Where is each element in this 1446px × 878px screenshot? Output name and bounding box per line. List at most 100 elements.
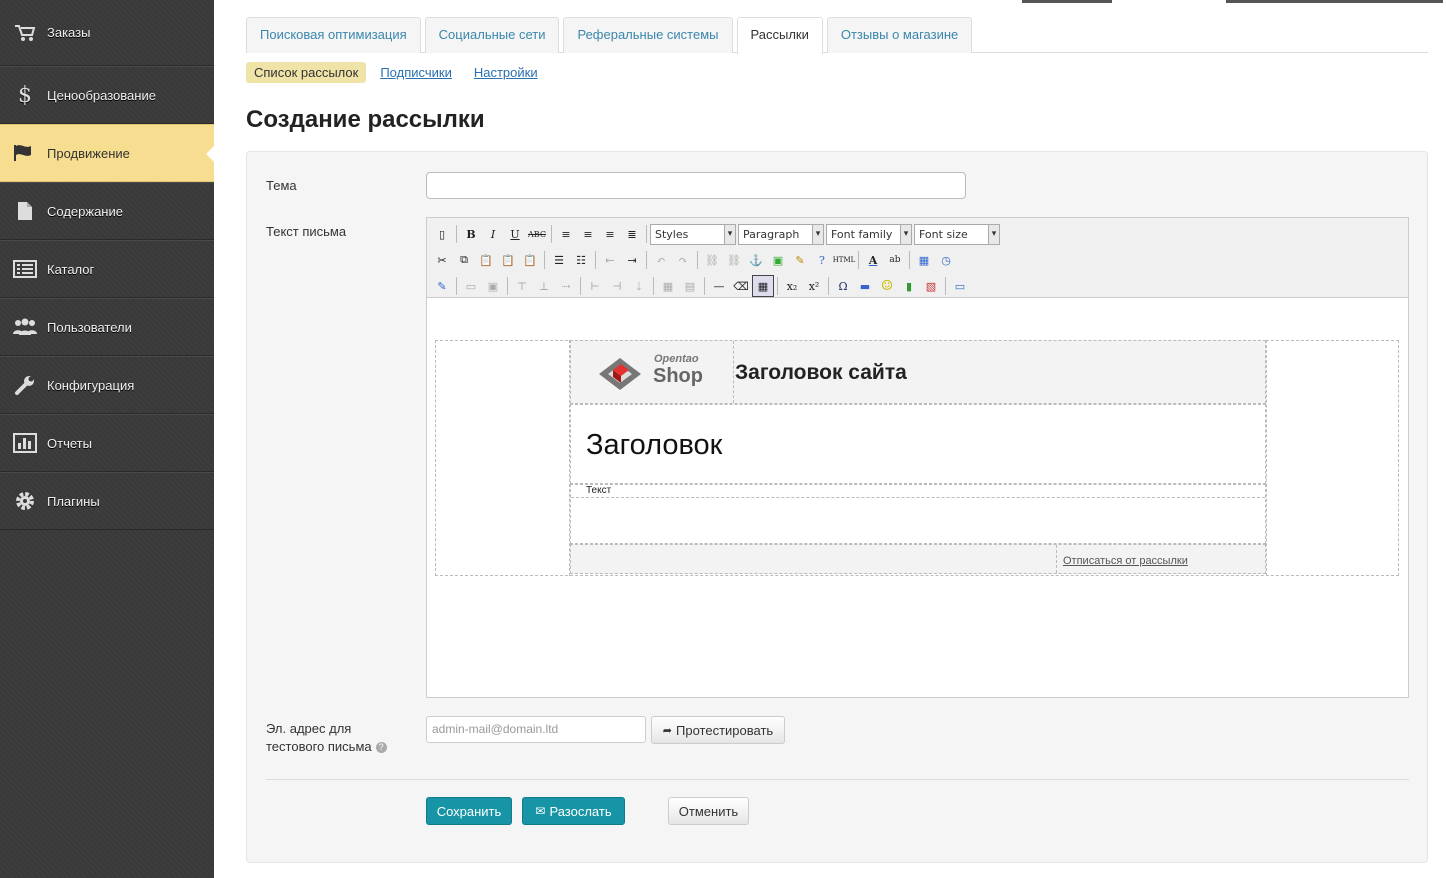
save-button[interactable]: Сохранить xyxy=(426,797,512,825)
insert-col-after-icon[interactable]: ⊣ xyxy=(606,275,628,297)
link-icon[interactable]: ⛓ xyxy=(701,249,723,271)
subnav: Список рассылок Подписчики Настройки xyxy=(246,61,1428,83)
sidebar-item-content[interactable]: Содержание xyxy=(0,182,214,240)
tab-referral[interactable]: Реферальные системы xyxy=(563,17,733,53)
email-text: Текст xyxy=(586,485,612,496)
paragraph-select[interactable]: Paragraph xyxy=(738,223,824,245)
chart-icon xyxy=(12,432,38,454)
edit-icon[interactable]: ✎ xyxy=(431,275,453,297)
cancel-button[interactable]: Отменить xyxy=(668,797,749,825)
subnav-settings[interactable]: Настройки xyxy=(474,65,538,80)
styles-select[interactable]: Styles xyxy=(650,223,736,245)
font-family-select[interactable]: Font family xyxy=(826,223,912,245)
email-headline: Заголовок xyxy=(586,429,723,461)
split-cells-icon[interactable]: ▦ xyxy=(657,275,679,297)
insert-row-after-icon[interactable]: ⊥ xyxy=(533,275,555,297)
align-justify-icon[interactable]: ≣ xyxy=(621,223,643,245)
tab-mailings[interactable]: Рассылки xyxy=(736,17,823,54)
sidebar-item-reports[interactable]: Отчеты xyxy=(0,414,214,472)
eraser-icon[interactable]: ⌫ xyxy=(730,275,752,297)
underline-icon[interactable]: U xyxy=(504,223,526,245)
outdent-icon[interactable]: ⇤ xyxy=(599,249,621,271)
special-char-icon[interactable]: Ω xyxy=(832,275,854,297)
anchor-icon[interactable]: ⚓ xyxy=(745,249,767,271)
sidebar-item-pricing[interactable]: $ Ценообразование xyxy=(0,66,214,124)
indent-icon[interactable]: ⇥ xyxy=(621,249,643,271)
editor-content-area[interactable]: Opentao Shop Заголовок сайта Заголовок Т… xyxy=(427,298,1408,697)
numbered-list-icon[interactable]: ☷ xyxy=(570,249,592,271)
align-left-icon[interactable]: ≡ xyxy=(555,223,577,245)
table-icon[interactable]: ▦ xyxy=(752,275,774,297)
sidebar-item-orders[interactable]: Заказы xyxy=(0,0,214,66)
cut-icon[interactable]: ✂ xyxy=(431,249,453,271)
delete-col-icon[interactable]: ⇣ xyxy=(628,275,650,297)
main-content: Поисковая оптимизация Социальные сети Ре… xyxy=(246,17,1428,863)
top-bar-segment xyxy=(1022,0,1112,3)
form-panel: Тема Текст письма ▯ B I U ABC ≡ ≡ ≡ ≣ St… xyxy=(246,151,1428,863)
emoticon-icon[interactable]: ☺ xyxy=(876,275,898,297)
tab-reviews[interactable]: Отзывы о магазине xyxy=(826,17,973,53)
tab-seo[interactable]: Поисковая оптимизация xyxy=(246,17,421,53)
highlight-color-icon[interactable]: ab xyxy=(884,249,906,271)
cleanup-icon[interactable]: ✎ xyxy=(789,249,811,271)
cart-icon xyxy=(12,22,38,44)
new-document-icon[interactable]: ▯ xyxy=(431,223,453,245)
flash-icon[interactable]: ▧ xyxy=(920,275,942,297)
redo-icon[interactable]: ↷ xyxy=(672,249,694,271)
unlink-icon[interactable]: ⛓ xyxy=(723,249,745,271)
media-icon[interactable]: ▮ xyxy=(898,275,920,297)
hr-line-icon[interactable]: ▬ xyxy=(854,275,876,297)
bold-icon[interactable]: B xyxy=(460,223,482,245)
bullet-list-icon[interactable]: ☰ xyxy=(548,249,570,271)
html-icon[interactable]: HTML xyxy=(833,249,856,271)
sidebar-item-label: Содержание xyxy=(47,203,123,219)
superscript-icon[interactable]: x² xyxy=(803,275,825,297)
subscript-icon[interactable]: x₂ xyxy=(781,275,803,297)
copy-icon[interactable]: ⧉ xyxy=(453,249,475,271)
font-size-select[interactable]: Font size xyxy=(914,223,1000,245)
insert-col-before-icon[interactable]: ⊢ xyxy=(584,275,606,297)
help-icon[interactable]: ? xyxy=(811,249,833,271)
sidebar-item-users[interactable]: Пользователи xyxy=(0,298,214,356)
align-center-icon[interactable]: ≡ xyxy=(577,223,599,245)
paste-text-icon[interactable]: 📋 xyxy=(497,249,519,271)
fullscreen-icon[interactable]: ▭ xyxy=(949,275,971,297)
align-right-icon[interactable]: ≡ xyxy=(599,223,621,245)
text-color-icon[interactable]: A xyxy=(862,249,884,271)
help-circle-icon[interactable]: ? xyxy=(375,742,387,754)
sidebar-item-promotion[interactable]: Продвижение xyxy=(0,124,215,182)
sidebar-item-plugins[interactable]: Плагины xyxy=(0,472,214,530)
insert-date-icon[interactable]: ▦ xyxy=(913,249,935,271)
send-button[interactable]: ✉ Разослать xyxy=(522,797,625,825)
row-props-icon[interactable]: ▭ xyxy=(460,275,482,297)
sidebar-item-catalog[interactable]: Каталог xyxy=(0,240,214,298)
tab-social[interactable]: Социальные сети xyxy=(424,17,560,53)
unsubscribe-link[interactable]: Отписаться от рассылки xyxy=(1063,555,1188,567)
insert-row-before-icon[interactable]: ⊤ xyxy=(511,275,533,297)
cell-props-icon[interactable]: ▣ xyxy=(482,275,504,297)
paste-word-icon[interactable]: 📋 xyxy=(519,249,541,271)
test-button[interactable]: ➦ Протестировать xyxy=(651,716,785,744)
image-icon[interactable]: ▣ xyxy=(767,249,789,271)
horizontal-rule-icon[interactable]: — xyxy=(708,275,730,297)
insert-time-icon[interactable]: ◷ xyxy=(935,249,957,271)
toolbar-row-1: ▯ B I U ABC ≡ ≡ ≡ ≣ Styles Paragraph Fon… xyxy=(431,221,1404,247)
subnav-subscribers[interactable]: Подписчики xyxy=(380,65,452,80)
toolbar-separator xyxy=(551,225,552,243)
undo-icon[interactable]: ↶ xyxy=(650,249,672,271)
toolbar-separator xyxy=(544,251,545,269)
subnav-mailing-list[interactable]: Список рассылок xyxy=(246,61,367,83)
merge-cells-icon[interactable]: ▤ xyxy=(679,275,701,297)
sidebar-item-label: Плагины xyxy=(47,493,100,509)
rich-text-editor: ▯ B I U ABC ≡ ≡ ≡ ≣ Styles Paragraph Fon… xyxy=(426,217,1409,698)
toolbar-row-2: ✂ ⧉ 📋 📋 📋 ☰ ☷ ⇤ ⇥ ↶ ↷ ⛓ ⛓ ⚓ ▣ ✎ ? HTML A… xyxy=(431,247,1404,273)
italic-icon[interactable]: I xyxy=(482,223,504,245)
paste-icon[interactable]: 📋 xyxy=(475,249,497,271)
delete-row-icon[interactable]: ⇢ xyxy=(555,275,577,297)
strikethrough-icon[interactable]: ABC xyxy=(526,223,548,245)
sidebar-item-configuration[interactable]: Конфигурация xyxy=(0,356,214,414)
subject-input[interactable] xyxy=(426,172,966,199)
toolbar-separator xyxy=(646,251,647,269)
logo-big-text: Shop xyxy=(653,365,703,387)
test-email-input[interactable]: admin-mail@domain.ltd xyxy=(426,716,646,743)
